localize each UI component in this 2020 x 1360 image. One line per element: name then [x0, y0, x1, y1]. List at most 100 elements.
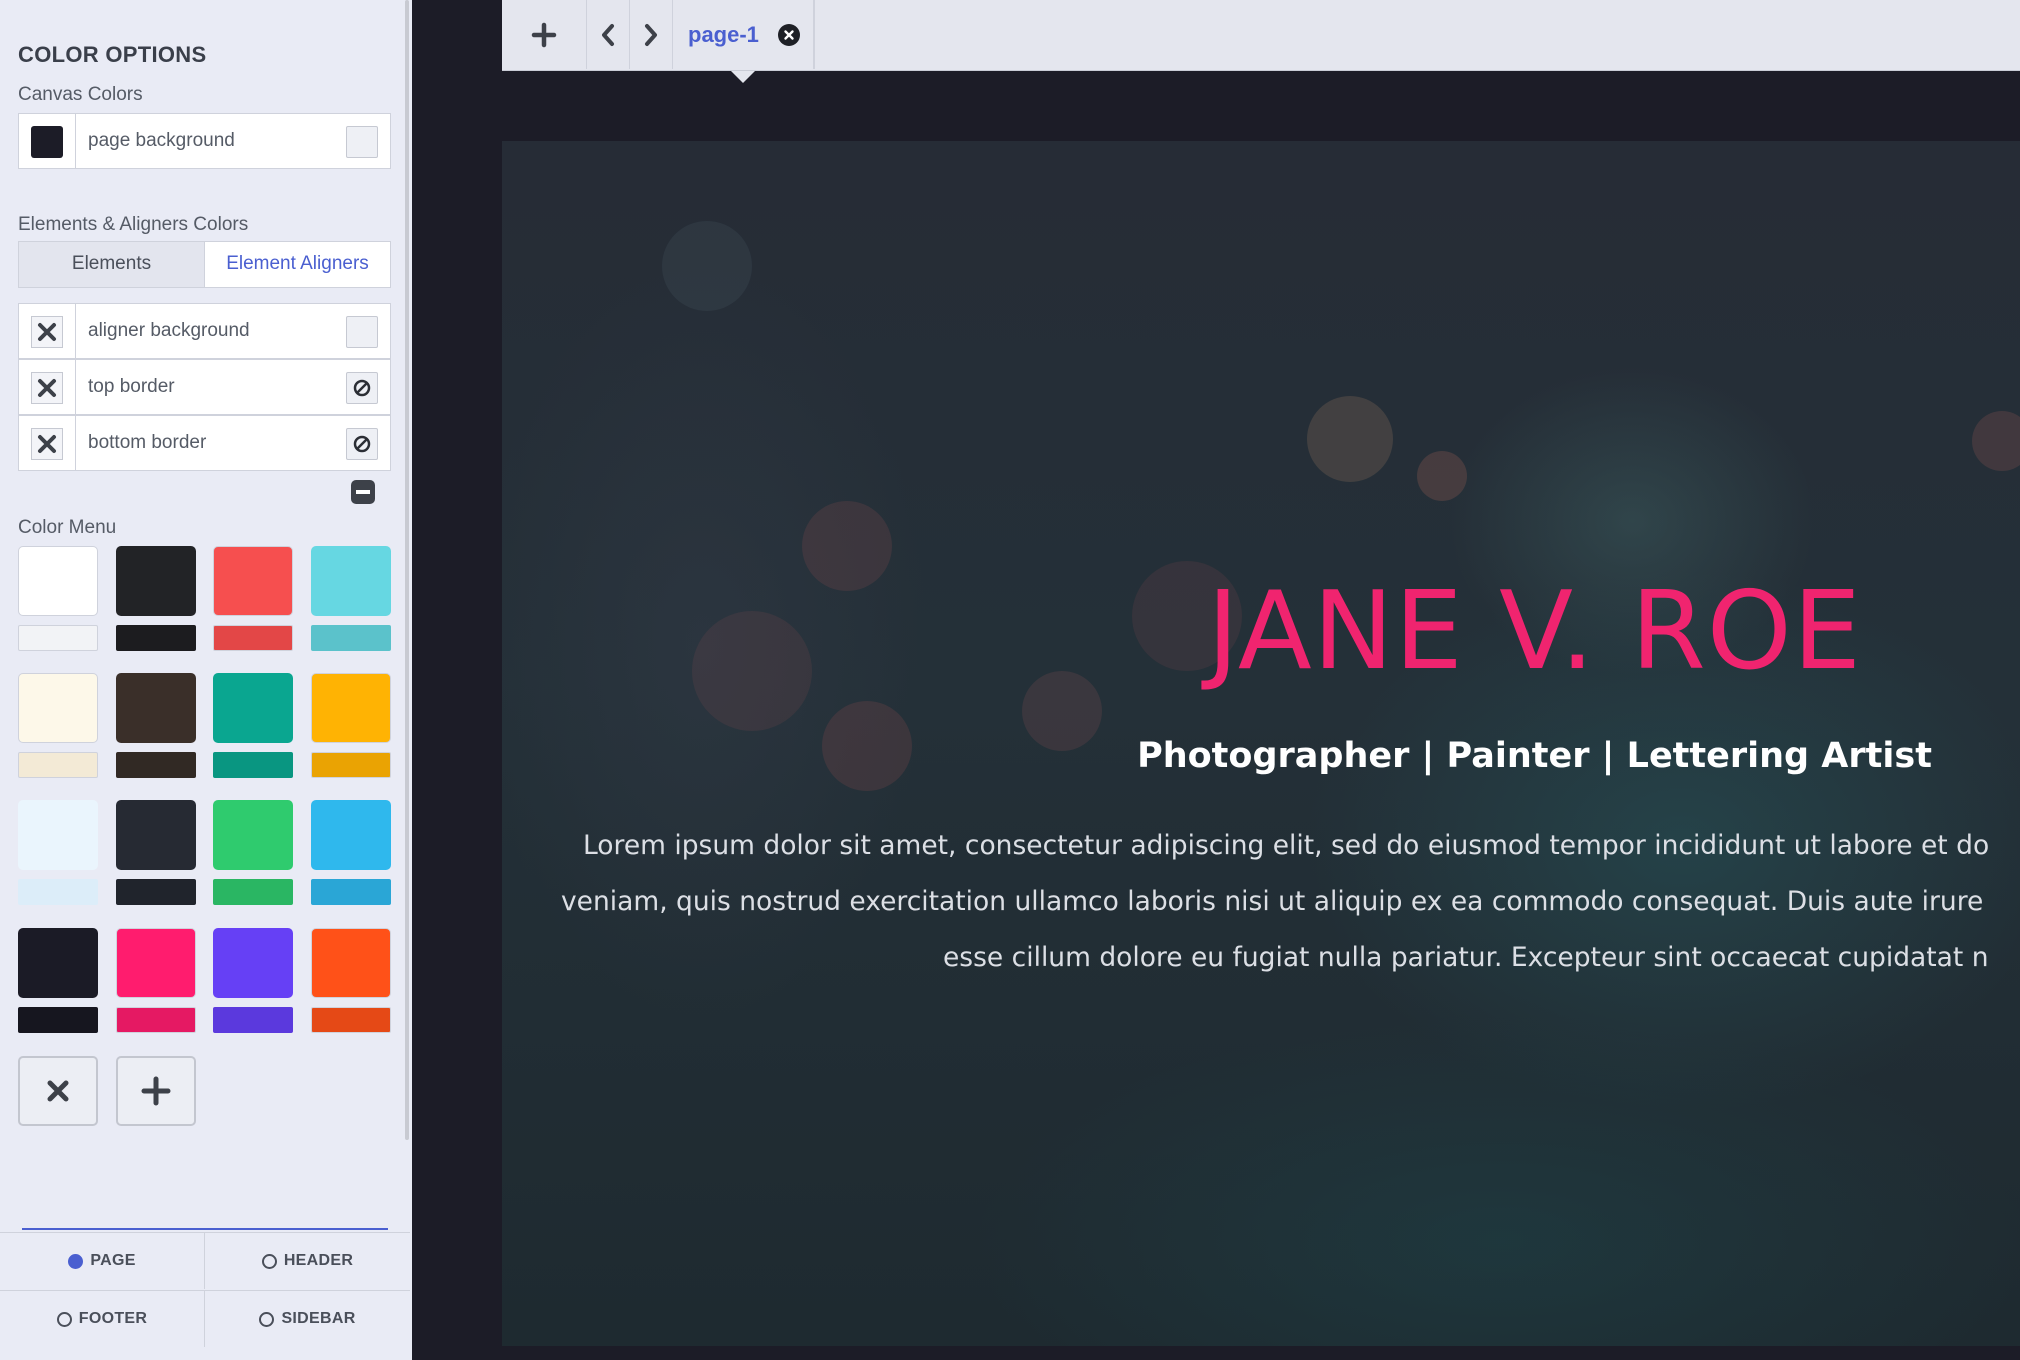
color-swatch[interactable]: [18, 800, 98, 870]
color-swatch-shade[interactable]: [18, 625, 98, 651]
clear-color-icon[interactable]: [31, 372, 63, 404]
elements-tabs: Elements Element Aligners: [18, 241, 391, 288]
clear-color-icon[interactable]: [31, 428, 63, 460]
color-swatch-shade[interactable]: [116, 879, 196, 905]
color-swatch-shade[interactable]: [311, 625, 391, 651]
page-background-swatch[interactable]: [31, 126, 63, 158]
color-swatch-shade[interactable]: [311, 752, 391, 778]
color-swatch-shade[interactable]: [18, 879, 98, 905]
color-swatch[interactable]: [213, 928, 293, 998]
mode-page-label: PAGE: [90, 1252, 136, 1269]
color-swatch-shade[interactable]: [311, 879, 391, 905]
hero-paragraph-line[interactable]: Lorem ipsum dolor sit amet, consectetur …: [583, 830, 1989, 861]
swatch-cell[interactable]: [19, 114, 76, 168]
page-tab[interactable]: page-1: [688, 0, 759, 70]
radio-icon[interactable]: [261, 1253, 277, 1269]
sidebar-scrollbar[interactable]: [405, 0, 409, 1140]
swatch-cell[interactable]: [19, 360, 76, 414]
color-swatch-shade[interactable]: [116, 752, 196, 778]
color-swatch[interactable]: [116, 546, 196, 616]
bokeh-light: [1972, 411, 2020, 471]
mode-footer[interactable]: FOOTER: [0, 1290, 205, 1347]
hero-subtitle[interactable]: Photographer | Painter | Lettering Artis…: [502, 736, 2020, 776]
color-swatch-shade[interactable]: [213, 1007, 293, 1033]
page-background-row[interactable]: page background: [18, 113, 391, 169]
panel-title: COLOR OPTIONS: [18, 42, 207, 67]
plus-icon: [531, 22, 557, 47]
chevron-right-icon: [645, 23, 657, 46]
elements-aligners-label: Elements & Aligners Colors: [18, 214, 249, 235]
canvas-colors-label: Canvas Colors: [18, 84, 143, 105]
bokeh-light: [1307, 396, 1393, 482]
color-swatch[interactable]: [311, 928, 391, 998]
color-swatch[interactable]: [18, 673, 98, 743]
radio-selected-icon[interactable]: [68, 1253, 84, 1269]
hero-paragraph-line[interactable]: esse cillum dolore eu fugiat nulla paria…: [943, 942, 1989, 973]
color-swatch[interactable]: [18, 928, 98, 998]
page-background-label: page background: [88, 130, 235, 151]
aligner-background-label: aligner background: [88, 320, 250, 341]
hero-name[interactable]: JANE V. ROE: [502, 569, 2020, 694]
color-menu-label: Color Menu: [18, 517, 117, 538]
color-swatch[interactable]: [116, 800, 196, 870]
bottom-border-label: bottom border: [88, 432, 207, 453]
aligner-background-row[interactable]: aligner background: [18, 303, 391, 359]
empty-swatch-icon[interactable]: [346, 316, 378, 348]
color-swatch-shade[interactable]: [213, 625, 293, 651]
page-canvas[interactable]: JANE V. ROE Photographer | Painter | Let…: [502, 141, 2020, 1346]
tab-elements[interactable]: Elements: [19, 242, 205, 287]
none-icon[interactable]: [346, 428, 378, 460]
mode-sidebar[interactable]: SIDEBAR: [205, 1290, 410, 1347]
collapse-icon[interactable]: [351, 480, 375, 504]
plus-icon: [141, 1076, 171, 1106]
color-swatch[interactable]: [311, 673, 391, 743]
none-icon[interactable]: [346, 372, 378, 404]
color-swatch-shade[interactable]: [311, 1007, 391, 1033]
clear-color-icon[interactable]: [31, 316, 63, 348]
color-swatch[interactable]: [213, 546, 293, 616]
bokeh-light: [1417, 451, 1467, 501]
mode-header-label: HEADER: [283, 1252, 354, 1269]
close-icon: [47, 1080, 69, 1102]
color-swatch[interactable]: [116, 673, 196, 743]
color-options-panel: COLOR OPTIONS Canvas Colors page backgro…: [0, 0, 412, 1360]
tab-element-aligners[interactable]: Element Aligners: [205, 242, 390, 287]
swatch-cell[interactable]: [19, 304, 76, 358]
prev-page-button[interactable]: [587, 0, 630, 69]
remove-color-button[interactable]: [18, 1056, 98, 1126]
top-border-label: top border: [88, 376, 175, 397]
divider: [22, 1228, 388, 1230]
mode-sidebar-label: SIDEBAR: [281, 1310, 356, 1327]
radio-icon[interactable]: [56, 1311, 72, 1327]
empty-swatch-icon[interactable]: [346, 126, 378, 158]
top-border-row[interactable]: top border: [18, 359, 391, 415]
mode-footer-label: FOOTER: [78, 1310, 148, 1327]
color-swatch[interactable]: [213, 673, 293, 743]
color-swatch[interactable]: [311, 546, 391, 616]
color-swatch[interactable]: [116, 928, 196, 998]
bottom-border-row[interactable]: bottom border: [18, 415, 391, 471]
color-swatch-shade[interactable]: [18, 1007, 98, 1033]
add-page-button[interactable]: [502, 0, 587, 69]
mode-header[interactable]: HEADER: [205, 1232, 410, 1289]
color-swatch-shade[interactable]: [18, 752, 98, 778]
hero-paragraph-line[interactable]: veniam, quis nostrud exercitation ullamc…: [561, 886, 1983, 917]
tab-pointer: [731, 71, 755, 83]
page-tab-bar: page-1: [502, 0, 2020, 71]
bokeh-light: [662, 221, 752, 311]
swatch-cell[interactable]: [19, 416, 76, 470]
color-swatch-shade[interactable]: [213, 752, 293, 778]
divider: [813, 0, 815, 69]
color-swatch-shade[interactable]: [116, 625, 196, 651]
color-swatch[interactable]: [213, 800, 293, 870]
color-swatch-shade[interactable]: [213, 879, 293, 905]
add-color-button[interactable]: [116, 1056, 196, 1126]
radio-icon[interactable]: [259, 1311, 275, 1327]
close-circle-icon[interactable]: [778, 24, 800, 46]
color-swatch[interactable]: [311, 800, 391, 870]
mode-page[interactable]: PAGE: [0, 1232, 205, 1289]
color-swatch-shade[interactable]: [116, 1007, 196, 1033]
color-swatch[interactable]: [18, 546, 98, 616]
next-page-button[interactable]: [630, 0, 673, 69]
chevron-left-icon: [602, 23, 614, 46]
